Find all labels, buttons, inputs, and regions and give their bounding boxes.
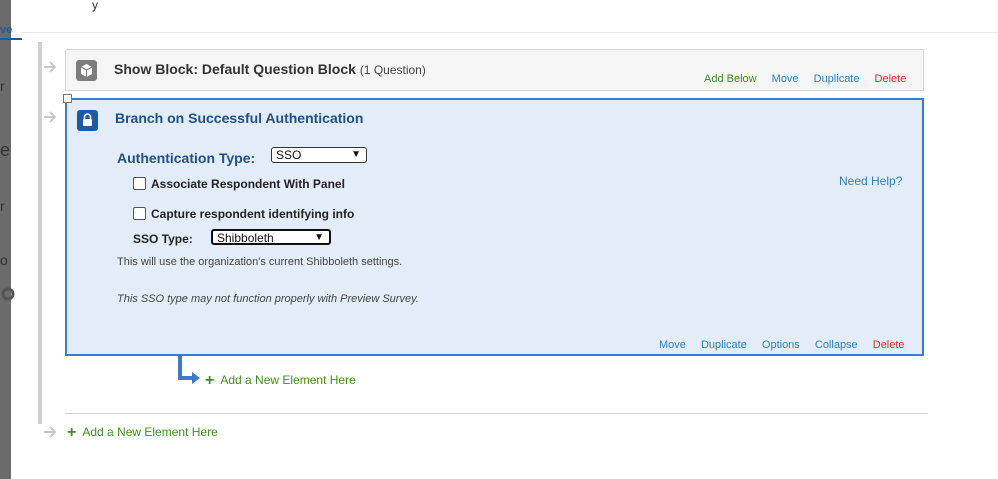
duplicate-link[interactable]: Duplicate	[814, 73, 860, 85]
need-help-link[interactable]: Need Help?	[839, 174, 902, 188]
add-element-inside-branch[interactable]: + Add a New Element Here	[205, 372, 356, 390]
sidebar-text-fragment: r	[0, 198, 5, 214]
associate-panel-label: Associate Respondent With Panel	[151, 177, 345, 191]
duplicate-link[interactable]: Duplicate	[701, 339, 747, 351]
clipped-text-fragment: y	[92, 0, 98, 12]
authentication-branch-element[interactable]: Branch on Successful Authentication Auth…	[63, 94, 924, 356]
branch-title: Branch on Successful Authentication	[115, 110, 364, 126]
gear-icon[interactable]	[0, 286, 16, 302]
capture-info-checkbox[interactable]	[133, 207, 146, 220]
arrow-right-icon	[44, 60, 58, 74]
authentication-type-select[interactable]: SSO ▼	[271, 147, 367, 163]
sidebar-text-fragment: r	[0, 78, 5, 94]
delete-link[interactable]: Delete	[873, 339, 905, 351]
branch-actions: Move Duplicate Options Collapse Delete	[647, 339, 905, 351]
plus-icon: +	[67, 424, 77, 441]
sidebar-tab-fragment[interactable]: ve	[0, 24, 22, 40]
flow-divider	[65, 413, 928, 414]
lock-icon	[77, 110, 98, 131]
plus-icon: +	[205, 372, 215, 389]
associate-panel-checkbox[interactable]	[133, 177, 146, 190]
survey-flow-line	[38, 42, 42, 424]
question-count: (1 Question)	[359, 63, 426, 77]
left-panel-strip	[0, 0, 11, 479]
collapse-link[interactable]: Collapse	[815, 339, 858, 351]
chevron-down-icon: ▼	[351, 149, 361, 160]
show-block-element[interactable]: Show Block: Default Question Block (1 Qu…	[65, 49, 924, 91]
header-divider	[22, 32, 998, 33]
sso-type-select[interactable]: Shibboleth ▼	[211, 229, 331, 245]
move-link[interactable]: Move	[659, 339, 686, 351]
show-block-title: Show Block: Default Question Block (1 Qu…	[114, 61, 426, 77]
add-below-link[interactable]: Add Below	[704, 73, 757, 85]
sso-warning-text: This SSO type may not function properly …	[117, 293, 419, 305]
block-actions: Add Below Move Duplicate Delete	[692, 73, 906, 85]
sso-info-text: This will use the organization's current…	[117, 256, 403, 268]
authentication-type-label: Authentication Type:	[117, 150, 256, 166]
arrow-right-icon	[44, 425, 58, 439]
sso-type-label: SSO Type:	[133, 232, 193, 246]
delete-link[interactable]: Delete	[875, 73, 907, 85]
cube-icon	[76, 60, 97, 81]
arrow-right-icon	[192, 372, 200, 384]
arrow-right-icon	[44, 110, 58, 124]
chevron-down-icon: ▼	[314, 232, 324, 243]
capture-info-label: Capture respondent identifying info	[151, 207, 355, 221]
sidebar-text-fragment: e	[0, 140, 11, 160]
move-link[interactable]: Move	[772, 73, 799, 85]
options-link[interactable]: Options	[762, 339, 800, 351]
sidebar-text-fragment: o	[0, 252, 8, 268]
collapse-handle[interactable]	[63, 94, 72, 103]
add-element-root[interactable]: + Add a New Element Here	[67, 424, 218, 442]
